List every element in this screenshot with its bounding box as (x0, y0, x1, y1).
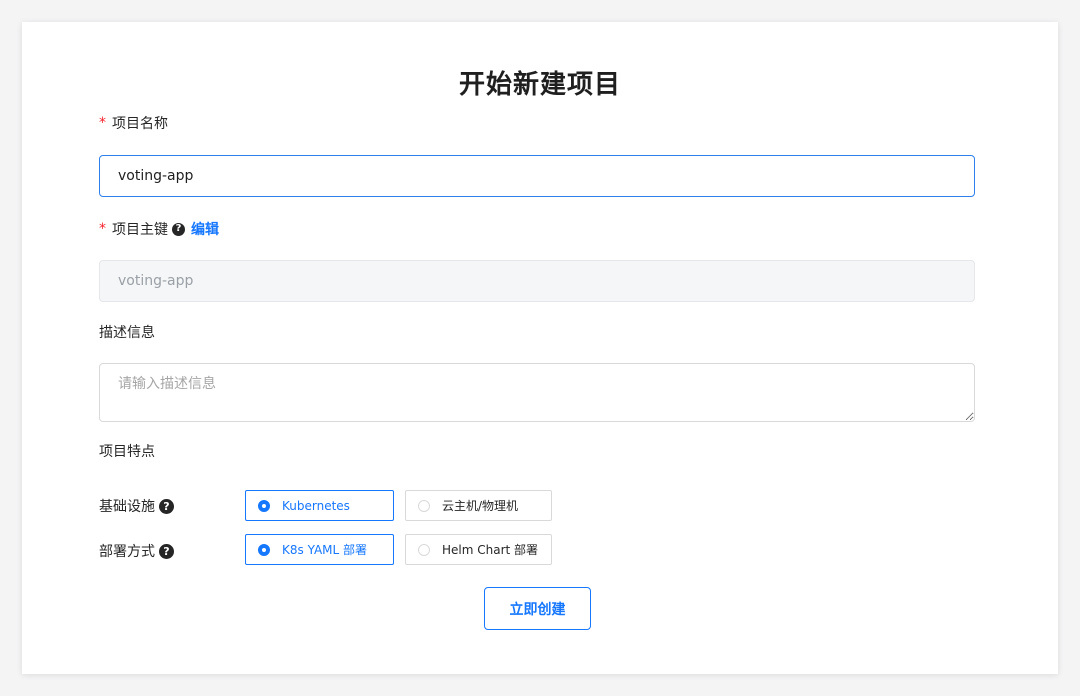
features-label-text: 项目特点 (99, 444, 155, 460)
deploy-method-label-text: 部署方式 (99, 544, 155, 560)
project-name-label: * 项目名称 (99, 113, 168, 133)
radio-dot-icon (418, 499, 430, 512)
radio-vm-physical[interactable]: 云主机/物理机 (405, 490, 552, 521)
radio-helm-chart[interactable]: Helm Chart 部署 (405, 534, 552, 565)
project-key-label: * 项目主键 ? 编辑 (99, 219, 219, 239)
project-name-label-text: 项目名称 (112, 116, 168, 132)
infrastructure-label-text: 基础设施 (99, 499, 155, 515)
required-mark: * (99, 115, 106, 131)
deploy-method-label: 部署方式 ? (99, 541, 174, 561)
radio-kubernetes-label: Kubernetes (282, 498, 350, 513)
radio-k8s-yaml[interactable]: K8s YAML 部署 (245, 534, 394, 565)
radio-k8s-yaml-label: K8s YAML 部署 (282, 543, 368, 557)
question-circle-icon[interactable]: ? (159, 498, 174, 514)
required-mark: * (99, 221, 106, 237)
page-title: 开始新建项目 (458, 70, 621, 100)
create-now-button[interactable]: 立即创建 (484, 587, 591, 630)
infrastructure-label: 基础设施 ? (99, 496, 174, 516)
question-circle-icon[interactable]: ? (172, 222, 185, 236)
radio-vm-physical-label: 云主机/物理机 (442, 499, 519, 513)
project-key-label-text: 项目主键 (112, 222, 168, 238)
project-key-input (99, 260, 975, 302)
question-circle-icon[interactable]: ? (159, 543, 174, 559)
project-name-input[interactable] (99, 155, 975, 197)
radio-helm-chart-label: Helm Chart 部署 (442, 543, 539, 557)
features-label: 项目特点 (99, 441, 155, 461)
new-project-card: 开始新建项目 * 项目名称 * 项目主键 ? 编辑 描述信息 项目特点 基础设施… (22, 22, 1058, 674)
description-label: 描述信息 (99, 322, 155, 342)
radio-dot-icon (418, 543, 430, 556)
edit-key-link[interactable]: 编辑 (191, 219, 219, 239)
description-label-text: 描述信息 (99, 325, 155, 341)
radio-dot-icon (258, 499, 270, 512)
description-textarea[interactable] (99, 363, 975, 422)
radio-dot-icon (258, 543, 270, 556)
radio-kubernetes[interactable]: Kubernetes (245, 490, 394, 521)
